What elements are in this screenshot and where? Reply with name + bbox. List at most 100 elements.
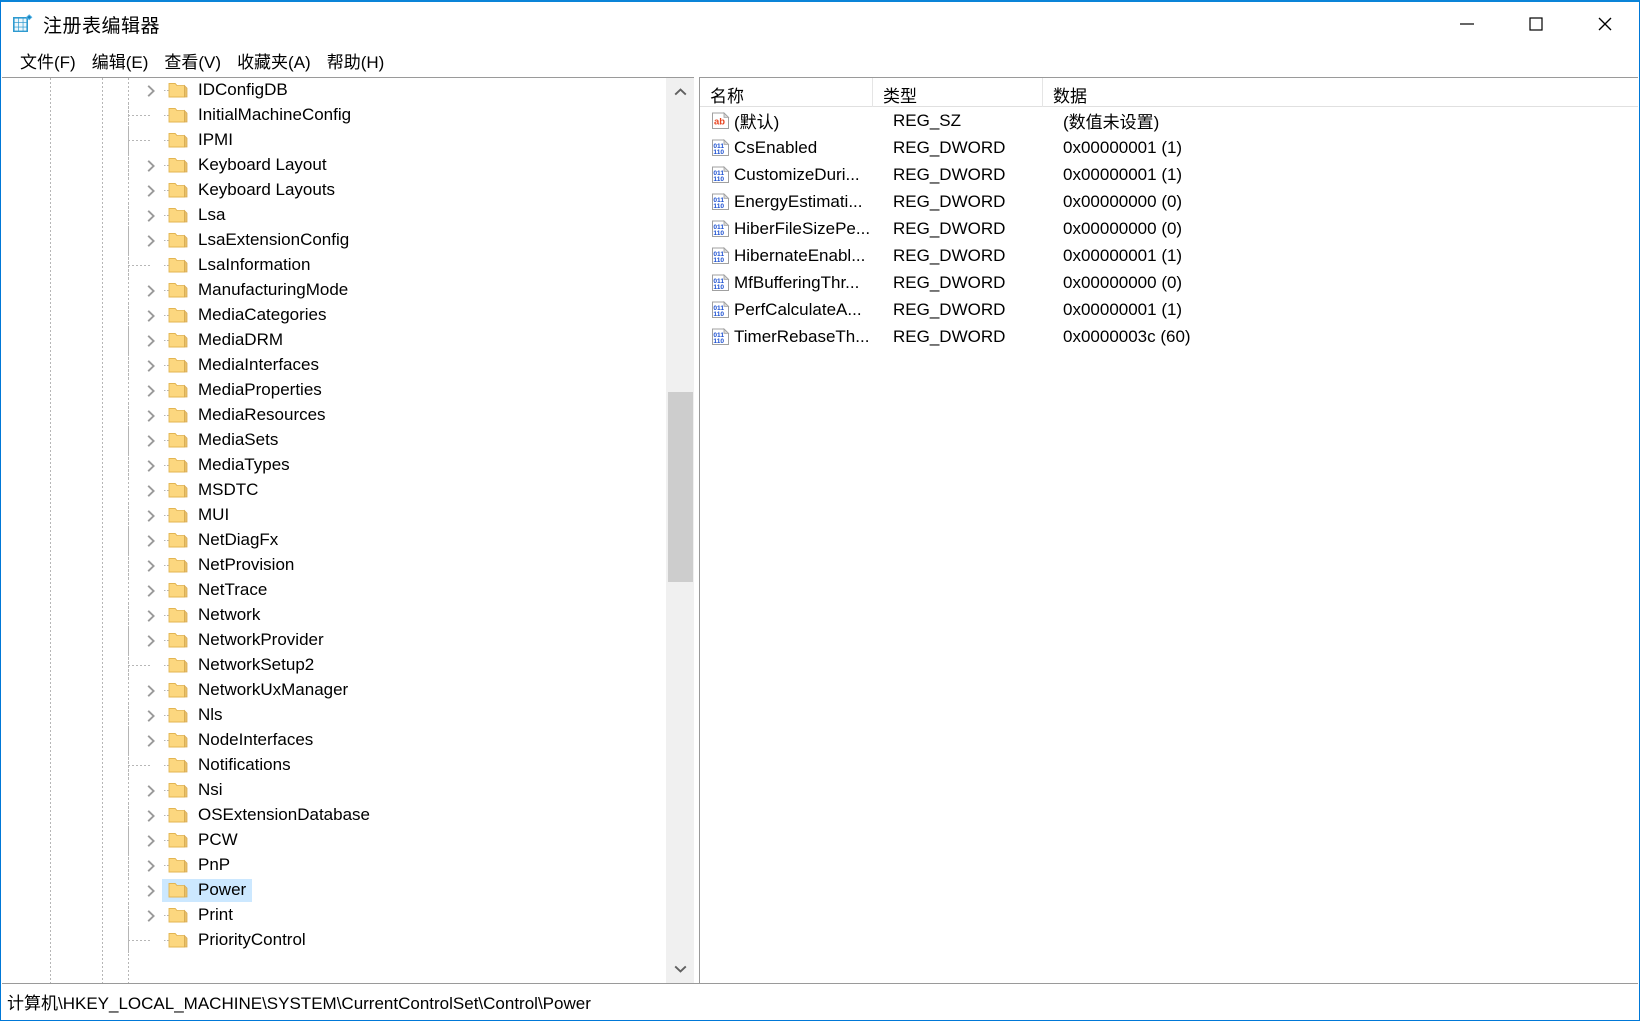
chevron-right-icon[interactable] (140, 728, 162, 753)
chevron-right-icon[interactable] (140, 278, 162, 303)
value-row[interactable]: 011 110 MfBufferingThr... REG_DWORD 0x000000… (700, 269, 1638, 296)
registry-tree[interactable]: IDConfigDB InitialMachineConfig IPMI Keyboa… (2, 78, 665, 983)
value-name: CsEnabled (734, 137, 818, 157)
chevron-right-icon[interactable] (140, 378, 162, 403)
menu-item-file[interactable]: 文件(F) (12, 46, 84, 76)
value-row[interactable]: 011 110 EnergyEstimati... REG_DWORD 0x000000… (700, 188, 1638, 215)
dword-value-icon: 011 110 (710, 300, 731, 319)
chevron-right-icon[interactable] (140, 878, 162, 903)
tree-node-keyboard-layouts[interactable]: Keyboard Layouts (2, 178, 665, 203)
chevron-right-icon[interactable] (140, 778, 162, 803)
value-row[interactable]: 011 110 PerfCalculateA... REG_DWORD 0x000000… (700, 296, 1638, 323)
tree-node-osextensiondatabase[interactable]: OSExtensionDatabase (2, 803, 665, 828)
dword-value-icon: 011 110 (710, 273, 731, 292)
tree-node-networksetup2[interactable]: NetworkSetup2 (2, 653, 665, 678)
tree-node-netdiagfx[interactable]: NetDiagFx (2, 528, 665, 553)
chevron-right-icon[interactable] (140, 628, 162, 653)
chevron-right-icon[interactable] (140, 528, 162, 553)
tree-node-label: PCW (198, 830, 238, 849)
chevron-right-icon[interactable] (140, 78, 162, 103)
folder-icon (168, 882, 188, 899)
column-header-type[interactable]: 类型 (873, 78, 1043, 107)
tree-node-networkprovider[interactable]: NetworkProvider (2, 628, 665, 653)
chevron-right-icon[interactable] (140, 453, 162, 478)
menu-item-view[interactable]: 查看(V) (156, 46, 229, 76)
tree-node-network[interactable]: Network (2, 603, 665, 628)
tree-node-networkuxmanager[interactable]: NetworkUxManager (2, 678, 665, 703)
chevron-right-icon[interactable] (140, 478, 162, 503)
tree-node-keyboard-layout[interactable]: Keyboard Layout (2, 153, 665, 178)
tree-node-mediasets[interactable]: MediaSets (2, 428, 665, 453)
tree-node-prioritycontrol[interactable]: PriorityControl (2, 928, 665, 953)
scroll-down-arrow-icon[interactable] (666, 954, 694, 983)
tree-node-lsa[interactable]: Lsa (2, 203, 665, 228)
tree-node-notifications[interactable]: Notifications (2, 753, 665, 778)
tree-node-mediaproperties[interactable]: MediaProperties (2, 378, 665, 403)
minimize-button[interactable] (1432, 2, 1501, 46)
column-header-data[interactable]: 数据 (1043, 78, 1638, 107)
chevron-right-icon[interactable] (140, 328, 162, 353)
chevron-right-icon[interactable] (140, 853, 162, 878)
menu-item-edit[interactable]: 编辑(E) (84, 46, 157, 76)
tree-connector-line (128, 903, 129, 928)
chevron-right-icon[interactable] (140, 803, 162, 828)
chevron-right-icon[interactable] (140, 553, 162, 578)
chevron-right-icon[interactable] (140, 503, 162, 528)
value-row[interactable]: 011 110 CsEnabled REG_DWORD 0x00000001 (1) (700, 134, 1638, 161)
chevron-right-icon[interactable] (140, 203, 162, 228)
value-row[interactable]: 011 110 TimerRebaseTh... REG_DWORD 0x0000003… (700, 323, 1638, 350)
chevron-right-icon[interactable] (140, 353, 162, 378)
tree-connector-line (128, 203, 129, 228)
tree-node-nettrace[interactable]: NetTrace (2, 578, 665, 603)
tree-node-idconfigdb[interactable]: IDConfigDB (2, 78, 665, 103)
tree-node-nls[interactable]: Nls (2, 703, 665, 728)
value-row[interactable]: 011 110 CustomizeDuri... REG_DWORD 0x0000000… (700, 161, 1638, 188)
tree-connector-line (128, 453, 129, 478)
tree-node-label: PriorityControl (198, 930, 306, 949)
tree-node-pcw[interactable]: PCW (2, 828, 665, 853)
tree-node-mediainterfaces[interactable]: MediaInterfaces (2, 353, 665, 378)
tree-node-msdtc[interactable]: MSDTC (2, 478, 665, 503)
chevron-right-icon[interactable] (140, 228, 162, 253)
tree-node-mediadrm[interactable]: MediaDRM (2, 328, 665, 353)
tree-node-print[interactable]: Print (2, 903, 665, 928)
chevron-right-icon[interactable] (140, 678, 162, 703)
maximize-button[interactable] (1501, 2, 1570, 46)
tree-node-mediaresources[interactable]: MediaResources (2, 403, 665, 428)
tree-node-ipmi[interactable]: IPMI (2, 128, 665, 153)
dword-value-icon: 011 110 (710, 192, 731, 211)
tree-node-mui[interactable]: MUI (2, 503, 665, 528)
menu-item-help[interactable]: 帮助(H) (319, 46, 393, 76)
tree-node-lsainformation[interactable]: LsaInformation (2, 253, 665, 278)
tree-node-lsaextensionconfig[interactable]: LsaExtensionConfig (2, 228, 665, 253)
tree-node-mediacategories[interactable]: MediaCategories (2, 303, 665, 328)
tree-node-power[interactable]: Power (2, 878, 665, 903)
value-row[interactable]: 011 110 HibernateEnabl... REG_DWORD 0x000000… (700, 242, 1638, 269)
tree-node-netprovision[interactable]: NetProvision (2, 553, 665, 578)
value-row[interactable]: ab (默认) REG_SZ (数值未设置) (700, 107, 1638, 134)
chevron-right-icon[interactable] (140, 303, 162, 328)
chevron-right-icon[interactable] (140, 828, 162, 853)
scroll-up-arrow-icon[interactable] (666, 78, 694, 107)
chevron-right-icon[interactable] (140, 178, 162, 203)
tree-node-nsi[interactable]: Nsi (2, 778, 665, 803)
menu-item-favorites[interactable]: 收藏夹(A) (229, 46, 319, 76)
close-button[interactable] (1570, 2, 1639, 46)
tree-vertical-scrollbar[interactable] (665, 78, 694, 983)
tree-node-mediatypes[interactable]: MediaTypes (2, 453, 665, 478)
chevron-right-icon[interactable] (140, 428, 162, 453)
chevron-right-icon[interactable] (140, 153, 162, 178)
scroll-thumb[interactable] (668, 392, 693, 582)
chevron-right-icon[interactable] (140, 603, 162, 628)
chevron-right-icon[interactable] (140, 703, 162, 728)
current-key-path: 计算机\HKEY_LOCAL_MACHINE\SYSTEM\CurrentCon… (7, 994, 591, 1013)
tree-node-pnp[interactable]: PnP (2, 853, 665, 878)
chevron-right-icon[interactable] (140, 403, 162, 428)
chevron-right-icon[interactable] (140, 578, 162, 603)
tree-node-initialmachineconfig[interactable]: InitialMachineConfig (2, 103, 665, 128)
value-row[interactable]: 011 110 HiberFileSizePe... REG_DWORD 0x00000… (700, 215, 1638, 242)
chevron-right-icon[interactable] (140, 903, 162, 928)
tree-node-nodeinterfaces[interactable]: NodeInterfaces (2, 728, 665, 753)
column-header-name[interactable]: 名称 (700, 78, 873, 107)
tree-node-manufacturingmode[interactable]: ManufacturingMode (2, 278, 665, 303)
